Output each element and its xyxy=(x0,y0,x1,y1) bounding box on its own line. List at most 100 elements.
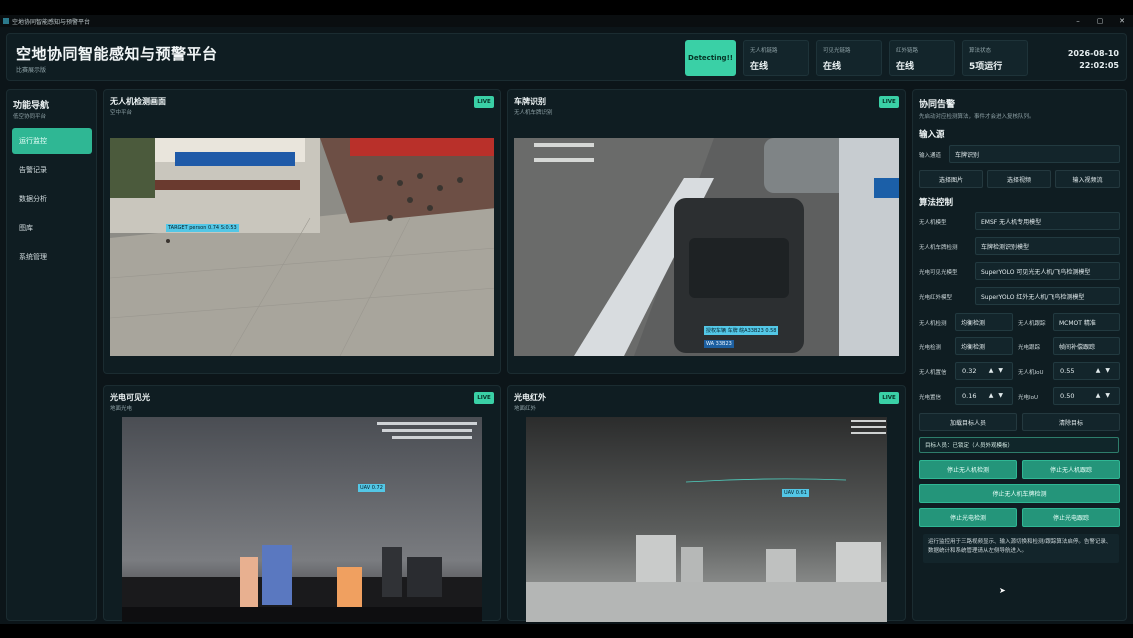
section-input: 输入源 xyxy=(919,130,945,140)
stat-uav-link: 无人机链路 在线 xyxy=(743,40,809,76)
uav-detect-mode-select[interactable]: 均衡检测 xyxy=(955,313,1013,331)
date-text: 2026-08-10 xyxy=(1067,49,1119,58)
spin-value: 0.16 xyxy=(962,392,977,400)
plate-model-select[interactable]: 车牌检测识别模型 xyxy=(975,237,1120,255)
select-image-button[interactable]: 选择图片 xyxy=(919,170,983,188)
stat-label: 可见光链路 xyxy=(823,48,851,54)
sidebar-nav: 功能导航 低空协同平台 运行监控 告警记录 数据分析 图库 系统管理 xyxy=(6,89,97,621)
panel-infrared: 光电红外 地面红外 LIVE UAV 0.61 xyxy=(507,385,906,622)
minimize-button[interactable]: – xyxy=(1067,17,1089,25)
header-bar: 空地协同智能感知与预警平台 比赛展示版 Detecting!! 无人机链路 在线… xyxy=(6,33,1127,81)
panel-visible-light: 光电可见光 地面光电 LIVE UAV 0.72 xyxy=(103,385,501,622)
uav-conf-stepper[interactable]: 0.32 ▲▼ xyxy=(955,362,1013,380)
mode-label: 无人机跟踪 xyxy=(1018,321,1046,327)
nav-subtitle: 低空协同平台 xyxy=(13,114,47,120)
uav-iou-stepper[interactable]: 0.55 ▲▼ xyxy=(1053,362,1120,380)
visible-model-select[interactable]: SuperYOLO 可见光无人机/飞鸟检测模型 xyxy=(975,262,1120,280)
live-badge: LIVE xyxy=(474,392,494,404)
datetime: 2026-08-10 22:02:05 xyxy=(1068,48,1119,72)
live-badge: LIVE xyxy=(879,96,899,108)
load-target-button[interactable]: 加载目标人员 xyxy=(919,413,1017,431)
threshold-label: 无人机置信 xyxy=(919,370,947,376)
page-subtitle: 比赛展示版 xyxy=(16,67,47,74)
mode-label: 无人机检测 xyxy=(919,321,947,327)
mode-label: 光电检测 xyxy=(919,345,942,351)
stat-label: 无人机链路 xyxy=(750,48,778,54)
nav-item-monitor[interactable]: 运行监控 xyxy=(12,128,92,154)
panel-subtitle: 先启动对应检测算法，事件才会进入复核队列。 xyxy=(919,114,1035,120)
live-badge: LIVE xyxy=(879,392,899,404)
uav-model-select[interactable]: EMSF 无人机专用模型 xyxy=(975,212,1120,230)
panel-title: 协同告警 xyxy=(919,100,956,110)
section-algorithm: 算法控制 xyxy=(919,198,954,208)
live-badge: LIVE xyxy=(474,96,494,108)
time-text: 22:02:05 xyxy=(1079,61,1119,70)
model-label: 无人机模型 xyxy=(919,220,947,226)
alert-control-panel: 协同告警 先启动对应检测算法，事件才会进入复核队列。 输入源 输入通道 车牌识别… xyxy=(912,89,1127,621)
panel-subtitle: 无人机车牌识别 xyxy=(514,110,553,116)
panel-title: 光电可见光 xyxy=(110,393,150,402)
clear-target-button[interactable]: 清除目标 xyxy=(1022,413,1120,431)
panel-title: 车牌识别 xyxy=(514,97,546,106)
stop-uav-detect-button[interactable]: 停止无人机检测 xyxy=(919,460,1017,479)
stop-plate-detect-button[interactable]: 停止无人机车牌检测 xyxy=(919,484,1120,503)
plate-scene xyxy=(514,138,899,356)
input-channel-select[interactable]: 车牌识别 xyxy=(949,145,1120,163)
eo-detect-mode-select[interactable]: 均衡检测 xyxy=(955,337,1013,355)
stat-label: 算法状态 xyxy=(969,48,992,54)
maximize-button[interactable]: ▢ xyxy=(1089,17,1111,25)
nav-item-alerts[interactable]: 告警记录 xyxy=(12,157,92,183)
infrared-model-select[interactable]: SuperYOLO 红外无人机/飞鸟检测模型 xyxy=(975,287,1120,305)
model-label: 光电红外模型 xyxy=(919,295,953,301)
panel-plate-recognition: 车牌识别 无人机车牌识别 LIVE 授权车辆 车牌 皖A33B23 0.58 W… xyxy=(507,89,906,374)
panel-subtitle: 地面光电 xyxy=(110,406,133,412)
nav-item-gallery[interactable]: 图库 xyxy=(12,215,92,241)
help-note: 运行监控用于三路视频显示、输入源切换和检测/跟踪算法启停。告警记录、数据统计和系… xyxy=(923,534,1119,563)
uav-detection-tag: UAV 0.61 xyxy=(782,489,809,497)
stat-algorithm: 算法状态 5项运行 xyxy=(962,40,1028,76)
stat-value: 在线 xyxy=(823,62,842,72)
spin-value: 0.32 xyxy=(962,367,977,375)
model-label: 光电可见光模型 xyxy=(919,270,958,276)
screen: 空地协同智能感知与预警平台 – ▢ ✕ 空地协同智能感知与预警平台 比赛展示版 … xyxy=(0,0,1133,638)
close-button[interactable]: ✕ xyxy=(1111,17,1133,25)
nav-item-system[interactable]: 系统管理 xyxy=(12,244,92,270)
visible-video-feed: UAV 0.72 xyxy=(122,417,482,622)
infrared-scene xyxy=(526,417,887,622)
stat-value: 5项运行 xyxy=(969,62,1003,72)
plate-detection-tag: 授权车辆 车牌 皖A33B23 0.58 xyxy=(704,326,779,335)
mouse-cursor-icon: ➤ xyxy=(999,586,1006,595)
uav-track-mode-select[interactable]: MCMOT 精准 xyxy=(1053,313,1120,331)
input-channel-label: 输入通道 xyxy=(919,153,942,159)
mode-label: 光电跟踪 xyxy=(1018,345,1041,351)
drone-video-feed: TARGET person 0.74 S:0.53 xyxy=(110,138,494,356)
stop-eo-track-button[interactable]: 停止光电跟踪 xyxy=(1022,508,1120,527)
stepper-arrows-icon[interactable]: ▲▼ xyxy=(989,367,1008,374)
eo-conf-stepper[interactable]: 0.16 ▲▼ xyxy=(955,387,1013,405)
panel-title: 光电红外 xyxy=(514,393,546,402)
detecting-button[interactable]: Detecting!! xyxy=(685,40,736,76)
target-status-notice: 目标人员：已锁定（人员外观模板） xyxy=(919,437,1119,453)
eo-iou-stepper[interactable]: 0.50 ▲▼ xyxy=(1053,387,1120,405)
stepper-arrows-icon[interactable]: ▲▼ xyxy=(1096,367,1115,374)
app-icon xyxy=(3,18,9,24)
stat-label: 红外链路 xyxy=(896,48,919,54)
select-video-button[interactable]: 选择视频 xyxy=(987,170,1051,188)
stepper-arrows-icon[interactable]: ▲▼ xyxy=(1096,392,1115,399)
drone-scene xyxy=(110,138,494,356)
stat-visible-link: 可见光链路 在线 xyxy=(816,40,882,76)
window-titlebar: 空地协同智能感知与预警平台 – ▢ ✕ xyxy=(0,15,1133,27)
model-label: 无人机车牌检测 xyxy=(919,245,958,251)
panel-subtitle: 地面红外 xyxy=(514,406,537,412)
page-title: 空地协同智能感知与预警平台 xyxy=(16,45,218,63)
stop-eo-detect-button[interactable]: 停止光电检测 xyxy=(919,508,1017,527)
stepper-arrows-icon[interactable]: ▲▼ xyxy=(989,392,1008,399)
stop-uav-track-button[interactable]: 停止无人机跟踪 xyxy=(1022,460,1120,479)
panel-title: 无人机检测画面 xyxy=(110,97,166,106)
input-stream-button[interactable]: 输入视频流 xyxy=(1055,170,1120,188)
spin-value: 0.55 xyxy=(1060,367,1075,375)
plate-video-feed: 授权车辆 车牌 皖A33B23 0.58 WA 33B23 xyxy=(514,138,899,356)
nav-item-analysis[interactable]: 数据分析 xyxy=(12,186,92,212)
stat-value: 在线 xyxy=(896,62,915,72)
eo-track-mode-select[interactable]: 帧间补偿跟踪 xyxy=(1053,337,1120,355)
